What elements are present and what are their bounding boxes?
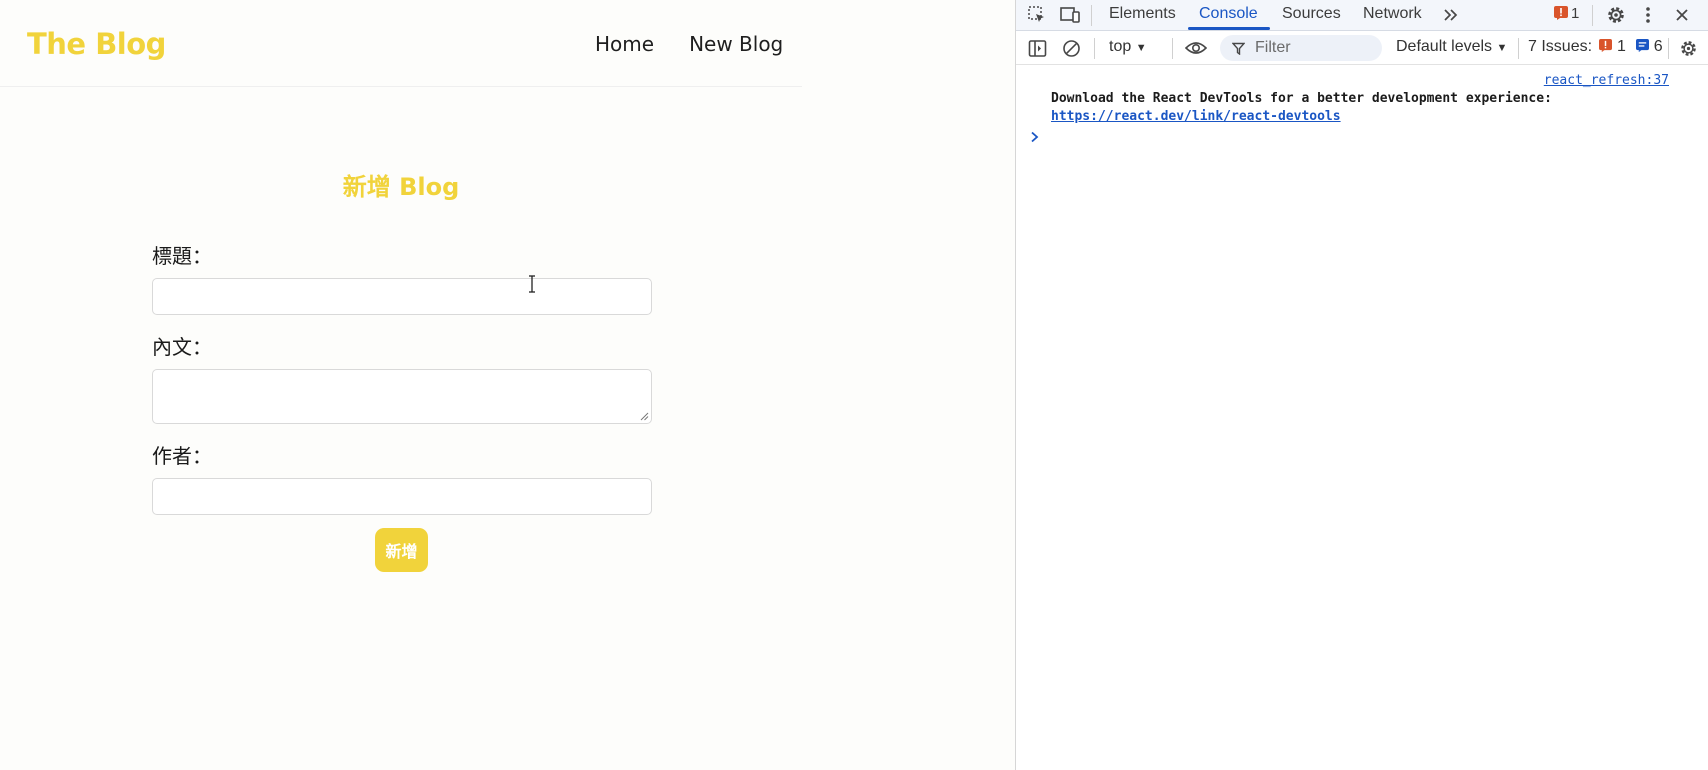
device-toolbar-icon[interactable]: [1059, 4, 1081, 26]
message-source-link[interactable]: react_refresh:37: [1544, 73, 1669, 88]
title-input[interactable]: [152, 278, 652, 315]
body-textarea[interactable]: [152, 369, 652, 424]
tab-separator: [1091, 5, 1092, 26]
context-selector[interactable]: top ▼: [1109, 38, 1147, 56]
text-cursor-icon: [529, 275, 535, 293]
nav-link-home[interactable]: Home: [595, 32, 654, 56]
issue-error-icon: [1599, 39, 1613, 52]
toolbar-separator: [1518, 38, 1519, 59]
issues-label: 7 Issues:: [1528, 38, 1593, 55]
blog-page: The Blog Home New Blog 新增 Blog 標題： 內文： 作…: [0, 0, 1015, 770]
issues-info-count: 6: [1653, 38, 1663, 55]
issues-counter[interactable]: 7 Issues: 1 6: [1528, 38, 1663, 56]
body-label: 內文：: [152, 335, 212, 359]
console-message: Download the React DevTools for a better…: [1051, 91, 1552, 106]
devtools-panel: Elements Console Sources Network 1 top ▼…: [1015, 0, 1708, 770]
toolbar-separator: [1172, 38, 1173, 59]
title-label: 標題：: [152, 244, 212, 268]
context-selector-label: top: [1109, 38, 1132, 55]
nav-link-new-blog[interactable]: New Blog: [689, 32, 783, 56]
more-tabs-icon[interactable]: [1441, 4, 1461, 26]
react-devtools-link[interactable]: https://react.dev/link/react-devtools: [1051, 109, 1341, 124]
screen: The Blog Home New Blog 新增 Blog 標題： 內文： 作…: [0, 0, 1708, 770]
error-badge-icon[interactable]: [1554, 6, 1568, 20]
console-output: react_refresh:37 Download the React DevT…: [1016, 65, 1708, 770]
filter-input[interactable]: Filter: [1220, 35, 1382, 61]
resize-grip-icon[interactable]: [639, 411, 649, 421]
error-count[interactable]: 1: [1571, 5, 1579, 22]
toolbar-separator: [1094, 38, 1095, 59]
settings-gear-icon[interactable]: [1604, 3, 1628, 27]
close-devtools-icon[interactable]: [1671, 4, 1693, 26]
clear-console-icon[interactable]: [1060, 37, 1082, 59]
tab-network[interactable]: Network: [1363, 5, 1422, 23]
tab-separator: [1592, 5, 1593, 26]
author-input[interactable]: [152, 478, 652, 515]
chevron-down-icon: ▼: [1496, 42, 1508, 54]
more-options-icon[interactable]: [1640, 3, 1656, 27]
live-expression-eye-icon[interactable]: [1184, 37, 1208, 59]
log-levels-label: Default levels: [1396, 38, 1493, 55]
author-label: 作者：: [152, 444, 212, 468]
active-tab-indicator: [1188, 27, 1270, 30]
devtools-tabbar: Elements Console Sources Network 1: [1016, 0, 1708, 31]
toolbar-separator: [1668, 38, 1669, 59]
console-prompt-chevron-icon[interactable]: [1030, 131, 1040, 143]
submit-button[interactable]: 新增: [375, 528, 428, 572]
tab-sources[interactable]: Sources: [1282, 5, 1341, 23]
form-heading: 新增 Blog: [342, 173, 460, 201]
filter-funnel-icon: [1231, 41, 1245, 55]
filter-placeholder: Filter: [1255, 39, 1291, 56]
sidebar-toggle-icon[interactable]: [1026, 37, 1048, 59]
console-settings-gear-icon[interactable]: [1677, 37, 1699, 59]
issue-info-icon: [1636, 39, 1650, 52]
log-levels-dropdown[interactable]: Default levels ▼: [1396, 38, 1507, 56]
navbar: The Blog Home New Blog: [0, 0, 802, 87]
inspect-element-icon[interactable]: [1026, 4, 1048, 26]
chevron-down-icon: ▼: [1135, 42, 1147, 54]
tab-console[interactable]: Console: [1199, 5, 1258, 23]
issues-error-count: 1: [1616, 38, 1626, 55]
console-toolbar: top ▼ Filter Default levels ▼ 7 Issues: …: [1016, 31, 1708, 65]
tab-elements[interactable]: Elements: [1109, 5, 1176, 23]
nav-links: Home New Blog: [595, 32, 783, 56]
site-brand[interactable]: The Blog: [27, 27, 166, 61]
